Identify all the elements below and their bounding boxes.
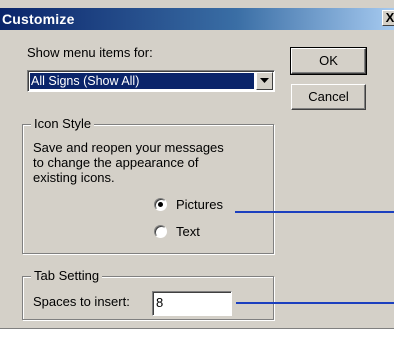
icon-style-description-line-1: Save and reopen your messages bbox=[33, 140, 224, 155]
ok-button[interactable]: OK bbox=[290, 47, 367, 75]
customize-dialog: Customize X Show menu items for: All Sig… bbox=[0, 0, 394, 329]
icon-style-description-line-2: to change the appearance of bbox=[33, 155, 199, 170]
window-title: Customize bbox=[2, 11, 75, 27]
icon-style-title: Icon Style bbox=[31, 116, 95, 131]
spaces-to-insert-input[interactable]: 8 bbox=[152, 291, 232, 316]
close-button[interactable]: X bbox=[382, 10, 394, 26]
show-menu-items-dropdown[interactable]: All Signs (Show All) bbox=[27, 70, 275, 92]
spaces-to-insert-label: Spaces to insert: bbox=[33, 294, 130, 309]
tab-setting-title: Tab Setting bbox=[31, 268, 103, 283]
dropdown-arrow-button[interactable] bbox=[256, 72, 273, 90]
callout-line-icon-style bbox=[235, 211, 394, 213]
title-bar[interactable]: Customize X bbox=[0, 8, 394, 30]
icon-style-description-line-3: existing icons. bbox=[33, 170, 115, 185]
cancel-button[interactable]: Cancel bbox=[291, 84, 366, 110]
chevron-down-icon bbox=[260, 78, 269, 83]
radio-pictures-label[interactable]: Pictures bbox=[176, 197, 223, 212]
close-icon: X bbox=[385, 10, 394, 25]
show-menu-items-label: Show menu items for: bbox=[27, 45, 153, 60]
radio-selected-dot bbox=[158, 202, 163, 207]
radio-text-label[interactable]: Text bbox=[176, 224, 200, 239]
radio-text[interactable] bbox=[154, 225, 167, 238]
radio-pictures[interactable] bbox=[154, 198, 167, 211]
callout-line-tab-setting bbox=[236, 302, 394, 304]
dropdown-selected-value: All Signs (Show All) bbox=[30, 73, 254, 89]
